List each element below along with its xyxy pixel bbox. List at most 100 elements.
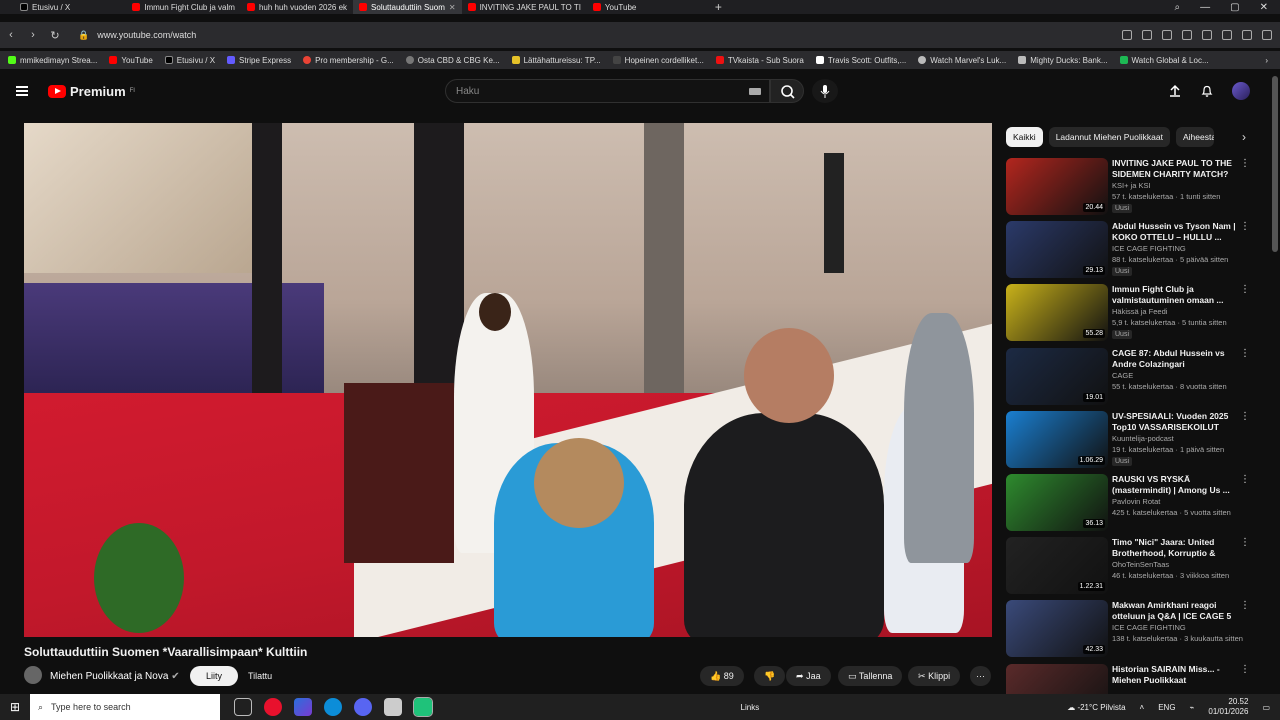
app-icon[interactable] — [294, 698, 312, 716]
recommended-video[interactable]: Historian SAIRAIN Miss... - Miehen Puoli… — [1006, 662, 1254, 696]
recommended-video-title[interactable]: CAGE 87: Abdul Hussein vs Andre Colazing… — [1112, 348, 1236, 370]
subscribed-button[interactable]: Tilattu — [236, 666, 284, 686]
more-options-icon[interactable]: ⋮ — [1240, 158, 1250, 169]
chip-uploaded-by[interactable]: Ladannut Miehen Puolikkaat — [1048, 127, 1170, 147]
forward-button[interactable]: › — [22, 29, 44, 41]
close-window-button[interactable]: ✕ — [1260, 2, 1268, 13]
recommended-channel-name[interactable]: Pavlovin Rotat — [1112, 497, 1244, 506]
task-view-icon[interactable] — [234, 698, 252, 716]
recommended-channel-name[interactable]: Kuuntelija-podcast — [1112, 434, 1244, 443]
recommended-video-title[interactable]: RAUSKI VS RYSKÄ (mastermindit) | Among U… — [1112, 474, 1236, 496]
notifications-bell-icon[interactable] — [1200, 84, 1214, 98]
video-thumbnail[interactable]: 29.13 — [1006, 221, 1108, 279]
more-bookmarks-icon[interactable]: › — [1265, 56, 1280, 65]
video-thumbnail[interactable]: 1.22.31 — [1006, 537, 1108, 595]
bookmark-item[interactable]: Etusivu / X — [164, 56, 215, 65]
recommended-video-title[interactable]: Immun Fight Club ja valmistautuminen oma… — [1112, 284, 1236, 306]
recommended-video-title[interactable]: UV-SPESIAALI: Vuoden 2025 Top10 VASSARIS… — [1112, 411, 1236, 433]
download-icon[interactable] — [1242, 30, 1252, 40]
share-button[interactable]: ➦ Jaa — [786, 666, 831, 686]
toolbar-icon[interactable] — [1142, 30, 1152, 40]
recommended-video[interactable]: 36.13 RAUSKI VS RYSKÄ (mastermindit) | Am… — [1006, 472, 1254, 535]
bookmark-item[interactable]: Pro membership - G... — [303, 56, 394, 65]
keyboard-icon[interactable] — [749, 88, 761, 95]
save-button[interactable]: ▭ Tallenna — [838, 666, 903, 686]
maximize-button[interactable]: ▢ — [1230, 2, 1239, 13]
chip-related[interactable]: Aiheesta — [1175, 127, 1214, 147]
video-thumbnail[interactable]: 36.13 — [1006, 473, 1108, 531]
more-options-icon[interactable]: ⋮ — [1240, 664, 1250, 675]
more-options-icon[interactable]: ⋮ — [1240, 600, 1250, 611]
video-thumbnail[interactable] — [1006, 663, 1108, 696]
recommended-video-title[interactable]: Historian SAIRAIN Miss... - Miehen Puoli… — [1112, 664, 1236, 686]
video-thumbnail[interactable]: 55.28 — [1006, 284, 1108, 342]
browser-tab-active[interactable]: Soluttauduttiin Suom ✕ — [353, 0, 462, 14]
more-options-icon[interactable]: ⋮ — [1240, 221, 1250, 232]
discord-icon[interactable] — [354, 698, 372, 716]
bookmark-item[interactable]: Watch Global & Loc... — [1119, 56, 1209, 65]
back-button[interactable]: ‹ — [0, 29, 22, 41]
bookmark-item[interactable]: YouTube — [109, 56, 153, 65]
recommended-video[interactable]: 19.01 CAGE 87: Abdul Hussein vs Andre Col… — [1006, 346, 1254, 409]
browser-tab[interactable]: Immun Fight Club ja valm — [126, 0, 241, 14]
recommended-channel-name[interactable]: ICE CAGE FIGHTING — [1112, 244, 1244, 253]
notifications-icon[interactable]: ▭ — [1262, 703, 1270, 712]
new-tab-button[interactable]: + — [707, 0, 730, 14]
avatar[interactable] — [1232, 82, 1250, 100]
page-scrollbar[interactable] — [1272, 76, 1278, 252]
bookmark-item[interactable]: Lättähattureissu: TP... — [511, 56, 601, 65]
weather-widget[interactable]: ☁ -21°C Pilvista — [1067, 703, 1125, 712]
url-field[interactable]: 🔒 www.youtube.com/watch — [72, 25, 1032, 45]
more-options-icon[interactable]: ⋮ — [1240, 474, 1250, 485]
recommended-channel-name[interactable]: CAGE — [1112, 371, 1244, 380]
youtube-premium-logo[interactable]: Premium FI — [48, 84, 135, 99]
edge-icon[interactable] — [324, 698, 342, 716]
search-input[interactable]: Haku — [445, 79, 770, 103]
toolbar-icon[interactable] — [1122, 30, 1132, 40]
menu-icon[interactable] — [1262, 30, 1272, 40]
bookmark-item[interactable]: Travis Scott: Outfits,... — [815, 56, 906, 65]
recommended-video[interactable]: 29.13 Abdul Hussein vs Tyson Nam | KOKO O… — [1006, 219, 1254, 282]
menu-icon[interactable] — [16, 86, 28, 96]
bookmark-item[interactable]: mmikedimayn Strea... — [8, 56, 97, 65]
bookmark-item[interactable]: TVkaista - Sub Suora — [715, 56, 804, 65]
recommended-channel-name[interactable]: KSI+ ja KSI — [1112, 181, 1244, 190]
bookmark-item[interactable]: Stripe Express — [227, 56, 291, 65]
more-options-icon[interactable]: ⋮ — [1240, 411, 1250, 422]
recommended-video[interactable]: 1.06.29 UV-SPESIAALI: Vuoden 2025 Top10 V… — [1006, 409, 1254, 472]
chip-all[interactable]: Kaikki — [1006, 127, 1043, 147]
recommended-video-title[interactable]: Abdul Hussein vs Tyson Nam | KOKO OTTELU… — [1112, 221, 1236, 243]
app-icon[interactable] — [384, 698, 402, 716]
video-player[interactable] — [24, 123, 992, 637]
recommended-video[interactable]: 55.28 Immun Fight Club ja valmistautumine… — [1006, 282, 1254, 345]
reload-button[interactable]: ↻ — [44, 29, 66, 42]
toolbar-icon[interactable] — [1162, 30, 1172, 40]
app-icon[interactable] — [413, 697, 433, 717]
opera-icon[interactable] — [264, 698, 282, 716]
more-actions-button[interactable]: ··· — [970, 666, 991, 686]
recommended-video-title[interactable]: Makwan Amirkhani reagoi otteluun ja Q&A … — [1112, 600, 1236, 622]
join-button[interactable]: Liity — [190, 666, 239, 686]
channel-name[interactable]: Miehen Puolikkaat ja Nova ✔ — [50, 671, 180, 682]
recommended-video-title[interactable]: Timo "Nici" Jaara: United Brotherhood, K… — [1112, 537, 1236, 559]
minimize-button[interactable]: — — [1200, 2, 1210, 13]
bookmark-item[interactable]: Watch Marvel's Luk... — [918, 56, 1006, 65]
channel-avatar[interactable] — [24, 666, 42, 684]
recommended-channel-name[interactable]: ICE CAGE FIGHTING — [1112, 623, 1244, 632]
video-thumbnail[interactable]: 20.44 — [1006, 158, 1108, 215]
windows-start-icon[interactable]: ⊞ — [0, 700, 30, 714]
recommended-video[interactable]: 1.22.31 Timo "Nici" Jaara: United Brother… — [1006, 535, 1254, 598]
bookmark-item[interactable]: Osta CBD & CBG Ke... — [405, 56, 500, 65]
toolbar-icon[interactable] — [1202, 30, 1212, 40]
browser-tab[interactable]: INVITING JAKE PAUL TO TI — [462, 0, 587, 14]
video-thumbnail[interactable]: 42.33 — [1006, 600, 1108, 658]
upload-icon[interactable] — [1168, 84, 1182, 98]
network-icon[interactable]: ⌁ — [1190, 703, 1195, 712]
bookmark-item[interactable]: Hopeinen cordelliket... — [612, 56, 704, 65]
like-button[interactable]: 👍 89 — [700, 666, 744, 686]
video-thumbnail[interactable]: 1.06.29 — [1006, 410, 1108, 468]
search-tabs-icon[interactable]: ⌕ — [1175, 2, 1181, 13]
browser-tab[interactable]: huh huh vuoden 2026 ek — [241, 0, 353, 14]
browser-tab[interactable]: Etusivu / X — [14, 0, 76, 14]
video-thumbnail[interactable]: 19.01 — [1006, 347, 1108, 405]
